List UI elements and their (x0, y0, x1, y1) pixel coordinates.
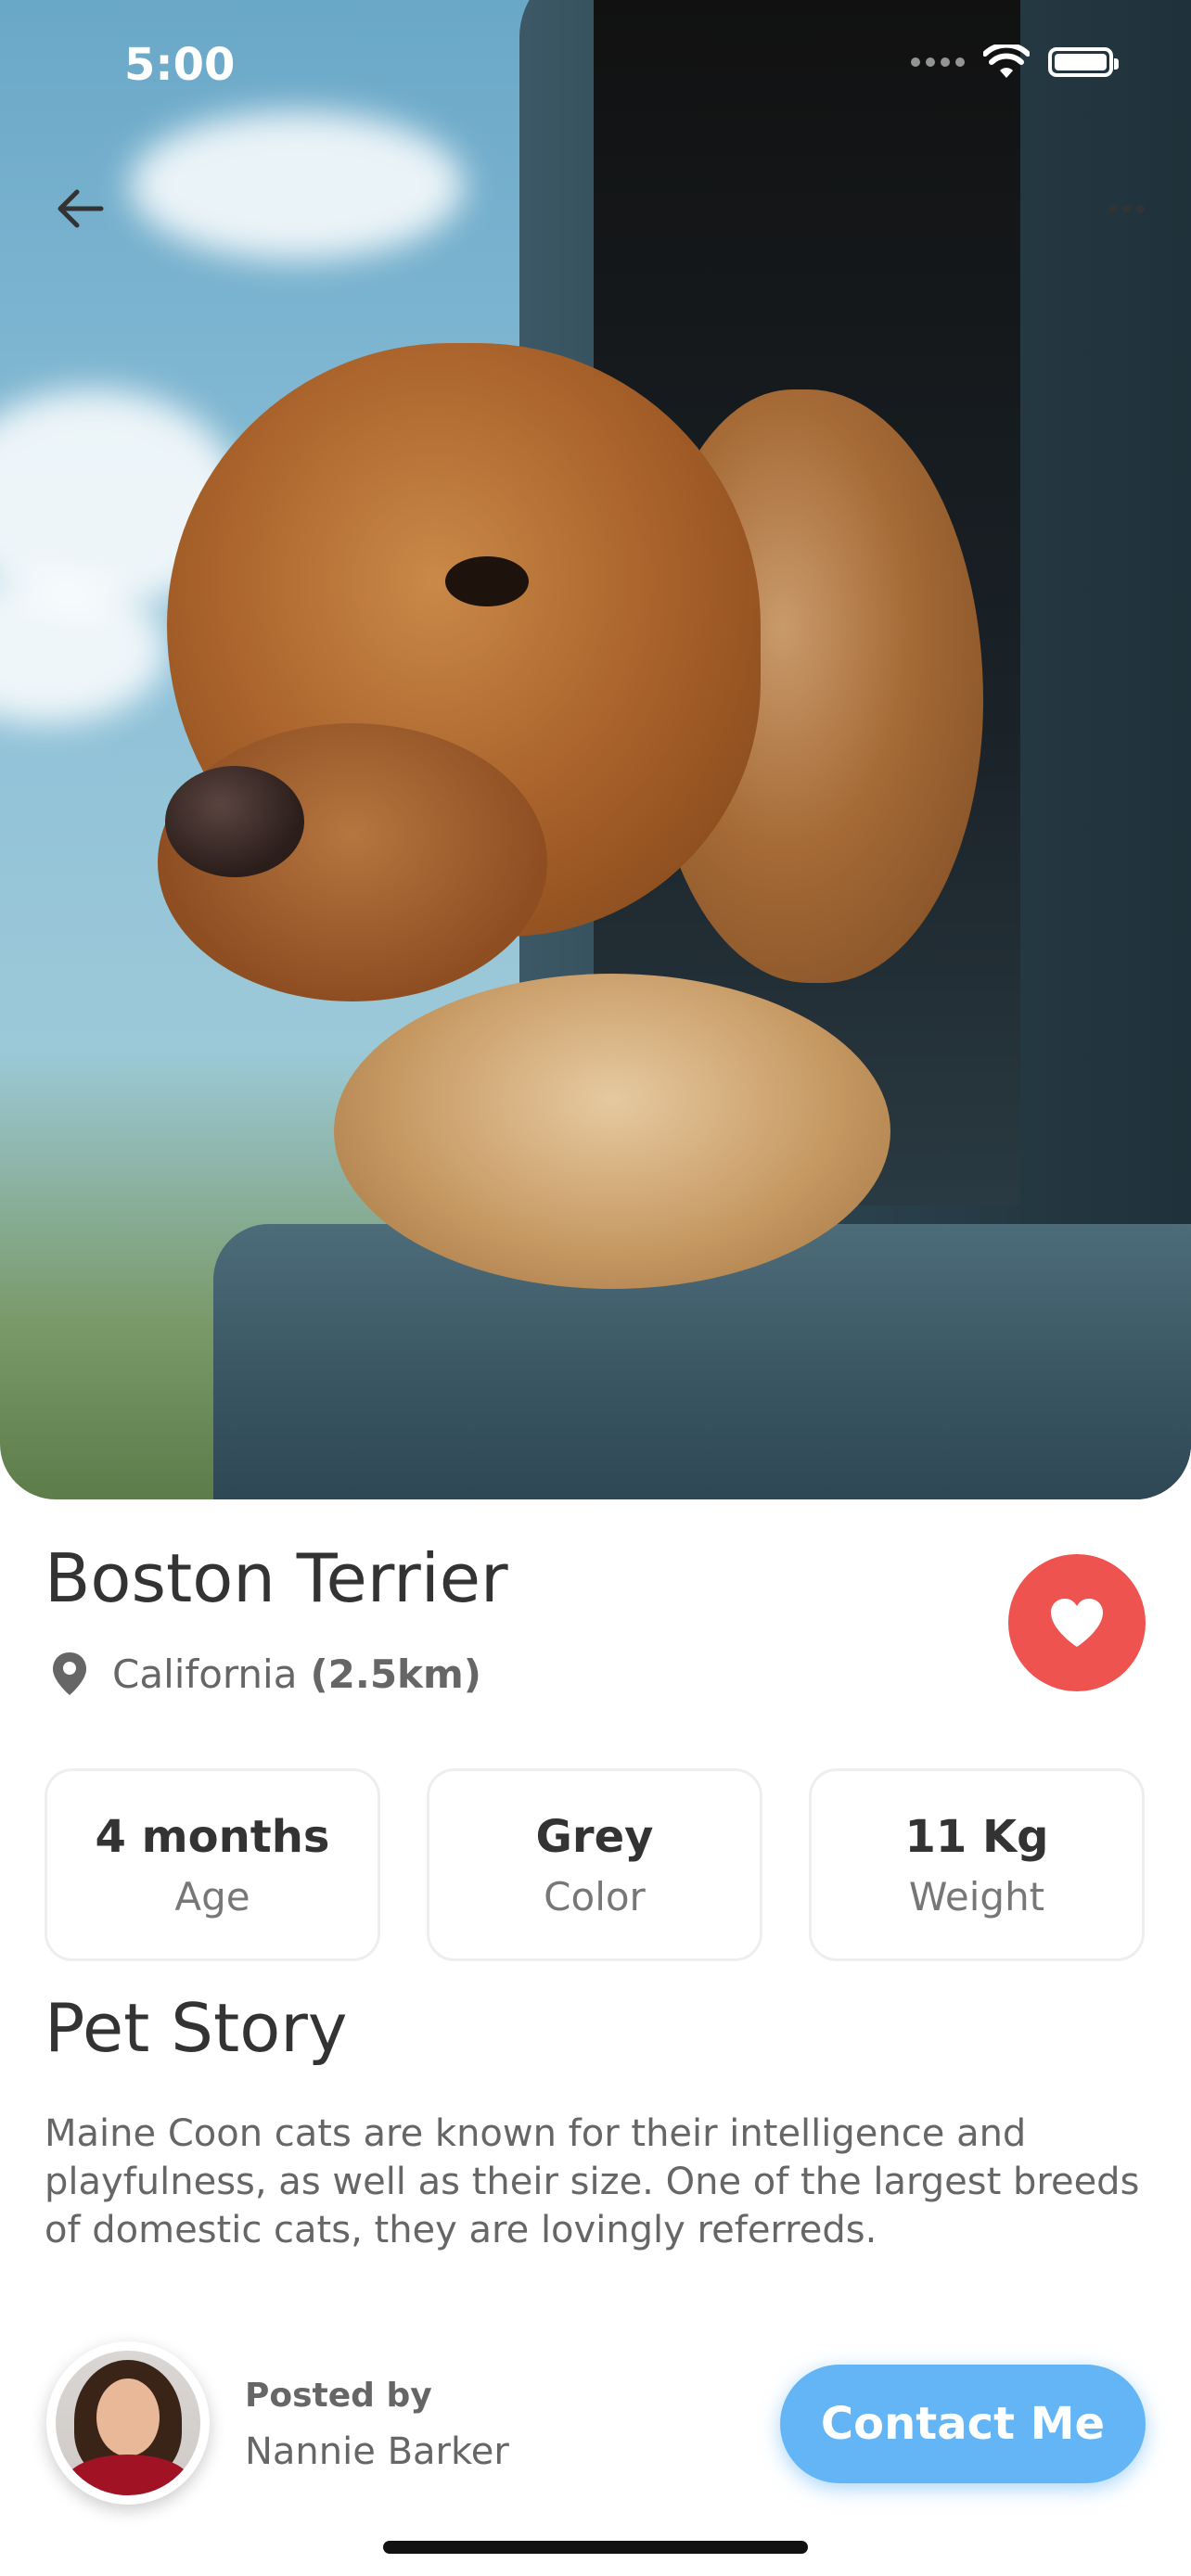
stat-label: Color (544, 1873, 646, 1919)
owner-name: Nannie Barker (245, 2430, 509, 2473)
more-button[interactable] (1089, 176, 1163, 241)
contact-button[interactable]: Contact Me (780, 2365, 1146, 2483)
stat-label: Age (174, 1873, 250, 1919)
signal-icon (911, 57, 965, 67)
stat-card-weight: 11 Kg Weight (809, 1768, 1145, 1961)
stat-card-color: Grey Color (427, 1768, 762, 1961)
heart-icon (1051, 1599, 1103, 1647)
back-button[interactable] (46, 176, 111, 241)
pet-name: Boston Terrier (45, 1539, 508, 1617)
stat-label: Weight (908, 1873, 1045, 1919)
story-heading: Pet Story (45, 1989, 348, 2067)
stat-value: 11 Kg (904, 1810, 1049, 1863)
battery-icon (1048, 47, 1119, 77)
status-icons (911, 45, 1119, 80)
location-distance: (2.5km) (310, 1651, 481, 1697)
favorite-button[interactable] (1008, 1554, 1146, 1691)
home-indicator[interactable] (383, 2541, 808, 2554)
wifi-icon (983, 45, 1030, 78)
stat-value: 4 months (95, 1810, 330, 1863)
posted-by-label: Posted by (245, 2377, 432, 2415)
pet-location: California (2.5km) (51, 1651, 481, 1697)
stat-card-age: 4 months Age (45, 1768, 380, 1961)
story-text: Maine Coon cats are known for their inte… (45, 2112, 1140, 2251)
back-arrow-icon (58, 189, 104, 228)
more-icon (1108, 204, 1117, 213)
location-name: California (112, 1651, 298, 1697)
pet-photo (0, 0, 1191, 1499)
status-time: 5:00 (124, 39, 236, 91)
avatar[interactable] (46, 2341, 210, 2505)
pet-stats: 4 months Age Grey Color 11 Kg Weight (45, 1768, 1145, 1961)
stat-value: Grey (535, 1810, 654, 1863)
location-pin-icon (53, 1652, 86, 1695)
